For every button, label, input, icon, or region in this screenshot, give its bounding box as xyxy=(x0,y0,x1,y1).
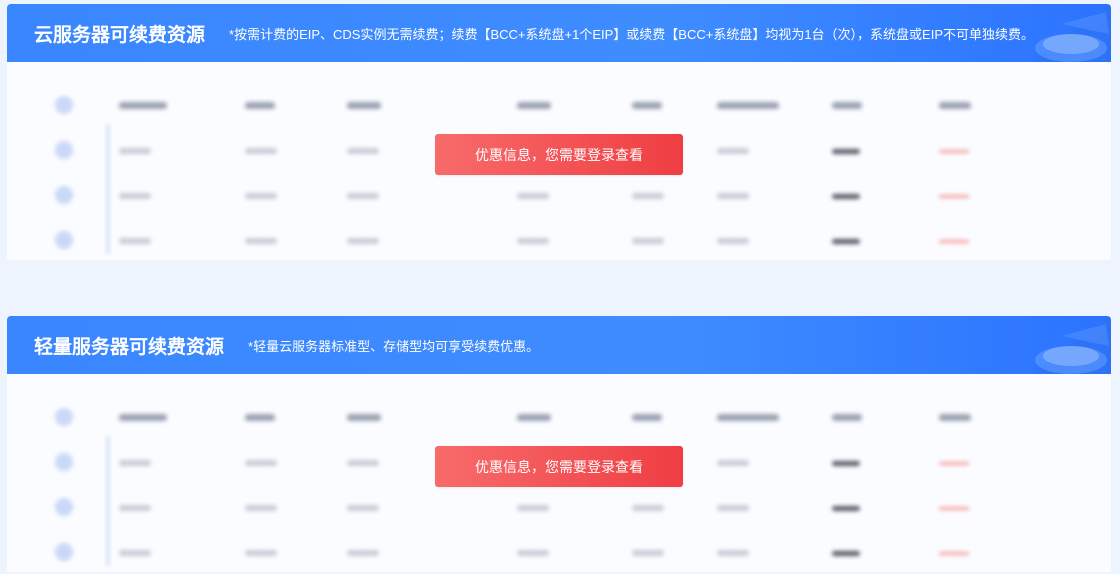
resource-table: 优惠信息，您需要登录查看 xyxy=(7,374,1111,572)
section-header: 云服务器可续费资源 *按需计费的EIP、CDS实例无需续费；续费【BCC+系统盘… xyxy=(7,4,1111,62)
decoration-coin-icon xyxy=(1031,316,1111,374)
table-header-cell xyxy=(717,414,779,421)
row-checkbox xyxy=(55,141,73,159)
table-header-cell xyxy=(517,414,551,421)
row-checkbox xyxy=(55,543,73,561)
login-to-view-discount-button[interactable]: 优惠信息，您需要登录查看 xyxy=(435,446,683,487)
table-cell xyxy=(939,195,969,198)
table-cell xyxy=(717,238,749,244)
table-header-row xyxy=(7,94,1111,118)
table-cell xyxy=(717,505,749,511)
select-all-checkbox xyxy=(55,96,73,114)
table-cell xyxy=(347,460,379,466)
table-header-cell xyxy=(717,102,779,109)
table-cell xyxy=(832,506,860,511)
table-cell xyxy=(517,193,549,199)
table-cell xyxy=(832,149,860,154)
table-header-cell xyxy=(119,414,167,421)
table-cell xyxy=(119,550,151,556)
table-cell xyxy=(119,148,151,154)
table-row xyxy=(7,496,1111,520)
table-header-cell xyxy=(245,414,275,421)
section-header: 轻量服务器可续费资源 *轻量云服务器标准型、存储型均可享受续费优惠。 xyxy=(7,316,1111,374)
table-header-cell xyxy=(632,102,662,109)
table-cell xyxy=(939,462,969,465)
table-cell xyxy=(245,505,277,511)
row-checkbox xyxy=(55,231,73,249)
table-header-row xyxy=(7,406,1111,430)
table-cell xyxy=(717,460,749,466)
table-cell xyxy=(832,551,860,556)
section-title: 云服务器可续费资源 xyxy=(34,24,206,46)
decoration-coin-icon xyxy=(1031,4,1111,62)
table-row xyxy=(7,229,1111,253)
cloud-server-renewal-section: 云服务器可续费资源 *按需计费的EIP、CDS实例无需续费；续费【BCC+系统盘… xyxy=(7,4,1111,260)
table-cell xyxy=(632,238,664,244)
table-header-cell xyxy=(832,414,862,421)
resource-table: 优惠信息，您需要登录查看 xyxy=(7,62,1111,260)
table-cell xyxy=(632,193,664,199)
table-cell xyxy=(119,193,151,199)
table-cell xyxy=(632,550,664,556)
table-cell xyxy=(632,505,664,511)
row-checkbox xyxy=(55,453,73,471)
table-cell xyxy=(939,150,969,153)
section-title: 轻量服务器可续费资源 xyxy=(34,336,225,358)
table-cell xyxy=(245,238,277,244)
table-cell xyxy=(347,193,379,199)
table-header-cell xyxy=(939,414,971,421)
table-cell xyxy=(939,507,969,510)
login-to-view-discount-button[interactable]: 优惠信息，您需要登录查看 xyxy=(435,134,683,175)
table-cell xyxy=(717,550,749,556)
table-cell xyxy=(347,505,379,511)
table-cell xyxy=(832,194,860,199)
section-note: *轻量云服务器标准型、存储型均可享受续费优惠。 xyxy=(248,338,540,354)
lightweight-server-renewal-section: 轻量服务器可续费资源 *轻量云服务器标准型、存储型均可享受续费优惠。 优惠信息，… xyxy=(7,316,1111,572)
table-row xyxy=(7,541,1111,565)
table-cell xyxy=(119,505,151,511)
table-cell xyxy=(832,239,860,244)
table-cell xyxy=(939,240,969,243)
table-row xyxy=(7,184,1111,208)
table-cell xyxy=(347,238,379,244)
table-header-cell xyxy=(347,414,381,421)
table-cell xyxy=(245,550,277,556)
table-header-cell xyxy=(119,102,167,109)
table-header-cell xyxy=(939,102,971,109)
table-cell xyxy=(939,552,969,555)
table-header-cell xyxy=(245,102,275,109)
table-cell xyxy=(245,148,277,154)
table-cell xyxy=(245,460,277,466)
table-cell xyxy=(347,148,379,154)
table-cell xyxy=(517,238,549,244)
table-cell xyxy=(119,460,151,466)
row-checkbox xyxy=(55,498,73,516)
table-cell xyxy=(245,193,277,199)
table-cell xyxy=(517,505,549,511)
table-header-cell xyxy=(517,102,551,109)
select-all-checkbox xyxy=(55,408,73,426)
table-cell xyxy=(517,550,549,556)
table-cell xyxy=(347,550,379,556)
row-checkbox xyxy=(55,186,73,204)
table-header-cell xyxy=(832,102,862,109)
table-cell xyxy=(717,148,749,154)
table-header-cell xyxy=(347,102,381,109)
table-cell xyxy=(717,193,749,199)
table-cell xyxy=(119,238,151,244)
table-header-cell xyxy=(632,414,662,421)
table-cell xyxy=(832,461,860,466)
